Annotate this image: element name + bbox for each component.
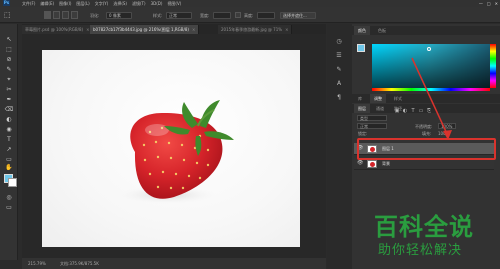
marquee-tool-icon[interactable]: ⬚ bbox=[4, 46, 14, 54]
strawberry-thumbnail-icon bbox=[367, 160, 377, 168]
move-tool-icon[interactable]: ↖ bbox=[4, 36, 14, 44]
style-label: 样式: bbox=[153, 13, 163, 18]
tab-color[interactable]: 颜色 bbox=[354, 26, 370, 35]
height-label: 高度: bbox=[244, 13, 254, 18]
maximize-button[interactable]: □ bbox=[487, 1, 491, 6]
status-bar: 215.79% 文档:375.9K/875.5K bbox=[22, 258, 326, 269]
hand-tool-icon[interactable]: ✋ bbox=[4, 164, 14, 172]
screen-mode-icon[interactable]: ▭ bbox=[4, 204, 14, 212]
history-icon[interactable]: ◷ bbox=[333, 38, 345, 48]
swap-dimensions-icon[interactable] bbox=[235, 12, 241, 18]
width-label: 宽度: bbox=[200, 13, 210, 18]
quick-mask-icon[interactable]: ◎ bbox=[4, 194, 14, 202]
tab-document-3[interactable]: 2015年春季旅游最新.jpg @ 71% × bbox=[218, 25, 293, 34]
brush-tool-icon[interactable]: ✎ bbox=[4, 66, 14, 74]
eraser-tool-icon[interactable]: ⌫ bbox=[4, 106, 14, 114]
tab-swatches[interactable]: 色板 bbox=[374, 26, 390, 35]
path-select-tool-icon[interactable]: ↗ bbox=[4, 146, 14, 154]
background-color-swatch[interactable] bbox=[8, 178, 17, 187]
intersect-selection-button[interactable] bbox=[71, 11, 78, 19]
close-tab-icon[interactable]: × bbox=[192, 27, 195, 32]
color-picker-cursor[interactable] bbox=[427, 47, 431, 51]
feather-label: 羽化: bbox=[90, 13, 100, 18]
tab-libraries[interactable]: 库 bbox=[354, 94, 366, 103]
watermark-title: 百科全说 bbox=[374, 213, 474, 241]
marquee-tool-icon[interactable]: ⬚ bbox=[4, 11, 11, 19]
tab-document-2[interactable]: b07827cb17f3b4443.jpg @ 216%(图层 1,RGB/8)… bbox=[90, 25, 200, 34]
height-input[interactable] bbox=[257, 12, 275, 19]
window-controls: — □ ✕ bbox=[479, 1, 498, 6]
panel-icon-strip: ◷ ☰ ✎ A ¶ bbox=[327, 24, 352, 269]
blend-mode-select[interactable]: 正常 bbox=[357, 123, 387, 129]
document-tabs: 草莓图片.psd @ 100%(RGB/8) × b07827cb17f3b444… bbox=[22, 24, 326, 34]
lock-label: 锁定: bbox=[358, 131, 368, 136]
dodge-tool-icon[interactable]: ◐ bbox=[4, 116, 14, 124]
filter-image-icon[interactable]: ▣ bbox=[394, 108, 400, 114]
type-tool-icon[interactable]: T bbox=[4, 136, 14, 144]
document-canvas[interactable] bbox=[42, 50, 300, 247]
tab-layers[interactable]: 图层 bbox=[354, 104, 370, 113]
strawberry-image bbox=[117, 100, 234, 204]
hue-slider[interactable] bbox=[490, 44, 496, 88]
close-tab-icon[interactable]: × bbox=[86, 27, 89, 32]
watermark-subtitle: 助你轻松解决 bbox=[378, 243, 463, 258]
foreground-color-swatch-small[interactable] bbox=[357, 44, 365, 52]
pen-tool-icon[interactable]: ✒ bbox=[4, 96, 14, 104]
pointer-arrow-annotation bbox=[411, 57, 452, 140]
close-button[interactable]: ✕ bbox=[495, 1, 498, 6]
eyedropper-tool-icon[interactable]: ⌖ bbox=[4, 76, 14, 84]
zoom-level[interactable]: 215.79% bbox=[28, 261, 46, 266]
document-size: 文档:375.9K/875.5K bbox=[60, 261, 99, 266]
watermark: 百科全说 助你轻松解决 bbox=[370, 207, 500, 269]
crop-tool-icon[interactable]: ✂ bbox=[4, 86, 14, 94]
new-selection-button[interactable] bbox=[44, 11, 51, 19]
paragraph-icon[interactable]: ¶ bbox=[333, 94, 345, 104]
properties-icon[interactable]: ☰ bbox=[333, 52, 345, 62]
lasso-tool-icon[interactable]: ⊘ bbox=[4, 56, 14, 64]
character-icon[interactable]: A bbox=[333, 80, 345, 90]
select-and-mask-button[interactable]: 选择并遮住... bbox=[280, 12, 316, 19]
layer-name[interactable]: 背景 bbox=[382, 161, 390, 167]
eye-icon[interactable]: 👁 bbox=[357, 160, 363, 166]
brush-settings-icon[interactable]: ✎ bbox=[333, 66, 345, 76]
color-panel-header: 颜色 色板 bbox=[352, 26, 500, 35]
menu-bar: Ps 文件(F) 编辑(E) 图像(I) 图层(L) 文字(Y) 选择(S) 滤… bbox=[0, 0, 500, 7]
subtract-selection-button[interactable] bbox=[62, 11, 69, 19]
minimize-button[interactable]: — bbox=[479, 1, 483, 6]
close-tab-icon[interactable]: × bbox=[285, 27, 288, 32]
width-input[interactable] bbox=[213, 12, 231, 19]
tab-adjustments[interactable]: 调整 bbox=[370, 94, 386, 103]
stamp-tool-icon[interactable]: ◉ bbox=[4, 126, 14, 134]
options-bar: ⬚ 羽化: 0 像素 样式: 正常 宽度: 高度: 选择并遮住... bbox=[0, 7, 500, 23]
tab-styles[interactable]: 样式 bbox=[390, 94, 406, 103]
shape-tool-icon[interactable]: ▭ bbox=[4, 156, 14, 164]
tab-channels[interactable]: 通道 bbox=[372, 104, 388, 113]
layer-filter-select[interactable]: 类型 bbox=[357, 115, 387, 121]
tab-document-1[interactable]: 草莓图片.psd @ 100%(RGB/8) × bbox=[22, 25, 94, 34]
feather-input[interactable]: 0 像素 bbox=[106, 12, 132, 19]
tools-panel: ↖ ⬚ ⊘ ✎ ⌖ ✂ ✒ ⌫ ◐ ◉ T ↗ ▭ ✋ ◎ ▭ bbox=[0, 24, 18, 260]
add-selection-button[interactable] bbox=[53, 11, 60, 19]
style-select[interactable]: 正常 bbox=[166, 12, 192, 19]
photoshop-logo-icon[interactable]: Ps bbox=[3, 0, 10, 6]
